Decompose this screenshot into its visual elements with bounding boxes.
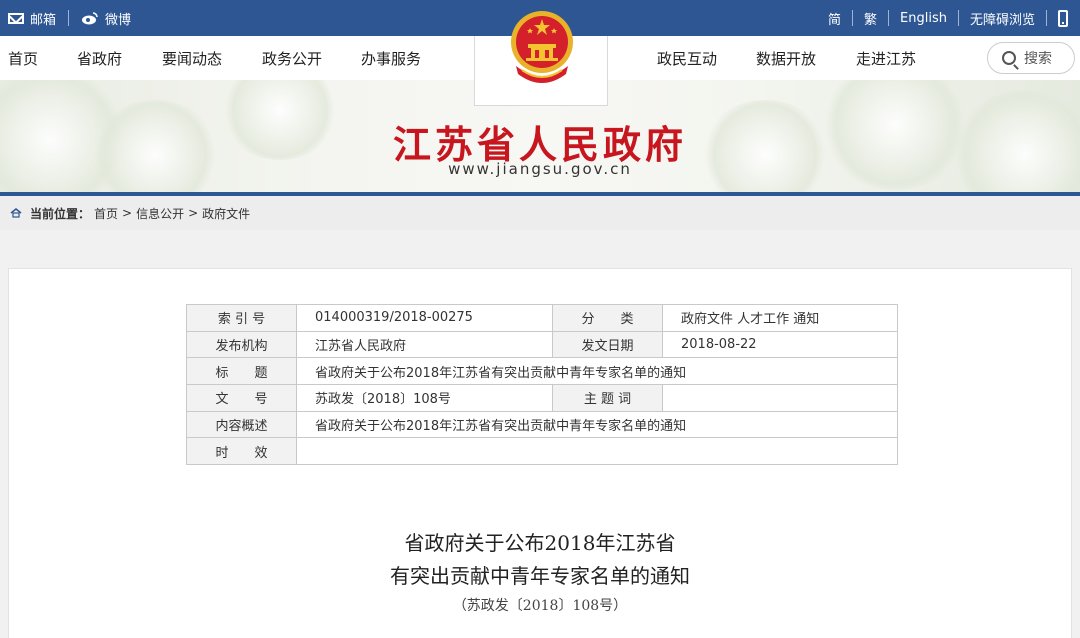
table-row: 文 号 苏政发〔2018〕108号 主 题 词	[186, 384, 898, 412]
index-value: 014000319/2018-00275	[296, 304, 553, 332]
top-bar-left: 邮箱 微博	[8, 0, 131, 36]
divider	[852, 10, 854, 26]
table-row: 内容概述 省政府关于公布2018年江苏省有突出贡献中青年专家名单的通知	[186, 410, 898, 439]
search-button[interactable]: 搜索	[987, 42, 1075, 74]
breadcrumb-item-docs[interactable]: 政府文件	[202, 205, 250, 222]
breadcrumb-separator: >	[122, 206, 133, 220]
validity-value	[296, 437, 898, 466]
keywords-label: 主 题 词	[552, 384, 663, 412]
mail-icon	[8, 12, 24, 24]
simplified-link[interactable]: 简	[828, 9, 841, 28]
validity-label: 时 效	[186, 437, 297, 466]
top-bar-right: 简 繁 English 无障碍浏览	[828, 0, 1068, 36]
title-label: 标 题	[186, 357, 297, 386]
title-value: 省政府关于公布2018年江苏省有突出贡献中青年专家名单的通知	[296, 357, 898, 386]
document-meta-table: 索 引 号 014000319/2018-00275 分 类 政府文件 人才工作…	[186, 304, 898, 466]
nav-about-jiangsu[interactable]: 走进江苏	[856, 48, 916, 69]
index-label: 索 引 号	[186, 304, 297, 332]
search-icon	[1002, 51, 1016, 65]
nav-gov-affairs[interactable]: 政务公开	[262, 48, 322, 69]
date-label: 发文日期	[552, 330, 663, 359]
breadcrumb-label: 当前位置：	[30, 206, 91, 221]
nav-open-data[interactable]: 数据开放	[756, 48, 816, 69]
table-row: 时 效	[186, 437, 898, 466]
keywords-value	[662, 384, 898, 412]
weibo-label: 微博	[105, 12, 132, 28]
weibo-icon	[82, 12, 98, 25]
document-number: （苏政发〔2018〕108号）	[452, 598, 628, 614]
table-row: 标 题 省政府关于公布2018年江苏省有突出贡献中青年专家名单的通知	[186, 357, 898, 386]
search-label: 搜索	[1024, 51, 1052, 67]
breadcrumb-separator: >	[188, 206, 199, 220]
category-label: 分 类	[552, 304, 663, 332]
divider	[68, 10, 70, 26]
mail-label: 邮箱	[30, 12, 57, 28]
summary-value: 省政府关于公布2018年江苏省有突出贡献中青年专家名单的通知	[296, 410, 898, 439]
document-title-line1: 省政府关于公布2018年江苏省	[404, 531, 676, 555]
breadcrumb: 当前位置： 首页 > 信息公开 > 政府文件	[0, 196, 1080, 230]
divider	[1046, 10, 1047, 26]
date-value: 2018-08-22	[662, 330, 898, 359]
docno-label: 文 号	[186, 384, 297, 412]
nav-home[interactable]: 首页	[8, 48, 38, 69]
breadcrumb-item-home[interactable]: 首页	[94, 205, 118, 222]
national-emblem-icon[interactable]	[508, 6, 576, 90]
divider	[888, 10, 890, 26]
accessible-link[interactable]: 无障碍浏览	[970, 9, 1035, 28]
home-icon	[10, 208, 22, 218]
breadcrumb-item-info[interactable]: 信息公开	[136, 205, 184, 222]
mobile-icon[interactable]	[1058, 9, 1068, 27]
table-row: 发布机构 江苏省人民政府 发文日期 2018-08-22	[186, 330, 898, 359]
english-link[interactable]: English	[900, 11, 947, 26]
mail-link[interactable]: 邮箱	[8, 9, 56, 28]
table-row: 索 引 号 014000319/2018-00275 分 类 政府文件 人才工作…	[186, 304, 898, 332]
docno-value: 苏政发〔2018〕108号	[296, 384, 553, 412]
category-value: 政府文件 人才工作 通知	[662, 304, 898, 332]
publisher-label: 发布机构	[186, 330, 297, 359]
nav-news[interactable]: 要闻动态	[162, 48, 222, 69]
nav-interaction[interactable]: 政民互动	[657, 48, 717, 69]
document-title-line2: 有突出贡献中青年专家名单的通知	[390, 564, 690, 588]
divider	[957, 10, 959, 26]
publisher-value: 江苏省人民政府	[296, 330, 553, 359]
summary-label: 内容概述	[186, 410, 297, 439]
site-url: www.jiangsu.gov.cn	[448, 160, 632, 178]
nav-province-gov[interactable]: 省政府	[77, 48, 122, 69]
nav-services[interactable]: 办事服务	[361, 48, 421, 69]
traditional-link[interactable]: 繁	[864, 9, 877, 28]
weibo-link[interactable]: 微博	[81, 9, 131, 28]
